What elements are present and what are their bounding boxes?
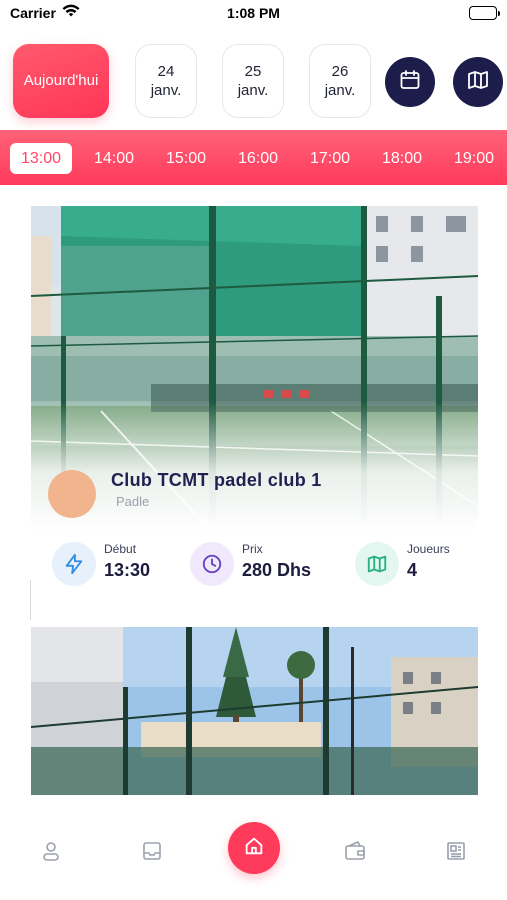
battery-icon <box>469 6 500 20</box>
date-chip-25[interactable]: 25 janv. <box>222 44 284 118</box>
calendar-button[interactable] <box>385 57 435 107</box>
clock-icon <box>190 542 234 586</box>
user-icon[interactable] <box>37 837 65 865</box>
lightning-icon <box>52 542 96 586</box>
home-icon <box>243 835 265 862</box>
stat-label: Joueurs <box>407 542 450 556</box>
news-icon[interactable] <box>442 837 470 865</box>
status-time: 1:08 PM <box>227 5 280 21</box>
stat-players: Joueurs 4 <box>355 540 485 590</box>
stat-value: 280 Dhs <box>242 560 312 580</box>
status-bar: Carrier 1:08 PM <box>0 0 507 30</box>
bottom-nav <box>0 800 507 900</box>
inbox-icon[interactable] <box>138 837 166 865</box>
stat-price: Prix 280 Dhs <box>190 540 340 590</box>
calendar-icon <box>398 68 422 97</box>
date-selector: Aujourd'hui 24 janv. 25 janv. 26 janv. <box>0 44 507 120</box>
wallet-icon[interactable] <box>341 837 369 865</box>
stat-value: 4 <box>407 560 418 580</box>
time-slot-13[interactable]: 13:00 <box>10 143 72 174</box>
date-chip-label: 25 janv. <box>237 62 269 100</box>
stat-start: Début 13:30 <box>52 540 182 590</box>
time-slot-18[interactable]: 18:00 <box>371 143 433 174</box>
club-name[interactable]: Club TCMT padel club 1 <box>111 470 322 491</box>
image-fade <box>31 401 478 531</box>
padel-court-illustration-2 <box>31 627 478 795</box>
time-slot-19[interactable]: 19:00 <box>443 143 505 174</box>
time-slot-17[interactable]: 17:00 <box>299 143 361 174</box>
date-chip-24[interactable]: 24 janv. <box>135 44 197 118</box>
club-avatar <box>48 470 96 518</box>
time-strip: 13:00 14:00 15:00 16:00 17:00 18:00 19:0… <box>0 130 507 185</box>
club-photo-2[interactable] <box>31 627 478 795</box>
time-slot-16[interactable]: 16:00 <box>227 143 289 174</box>
date-chip-label: 26 janv. <box>324 62 356 100</box>
time-slot-14[interactable]: 14:00 <box>83 143 145 174</box>
date-chip-label: 24 janv. <box>150 62 182 100</box>
date-chip-label: Aujourd'hui <box>23 72 99 90</box>
club-sport: Padle <box>116 494 150 509</box>
map-icon <box>466 68 490 97</box>
home-button[interactable] <box>228 822 280 874</box>
map-button[interactable] <box>453 57 503 107</box>
time-slot-15[interactable]: 15:00 <box>155 143 217 174</box>
date-chip-today[interactable]: Aujourd'hui <box>13 44 109 118</box>
date-chip-26[interactable]: 26 janv. <box>309 44 371 118</box>
card-edge <box>30 580 36 620</box>
map-icon <box>355 542 399 586</box>
stat-label: Début <box>104 542 137 556</box>
stat-value: 13:30 <box>104 560 151 580</box>
stat-label: Prix <box>242 542 263 556</box>
